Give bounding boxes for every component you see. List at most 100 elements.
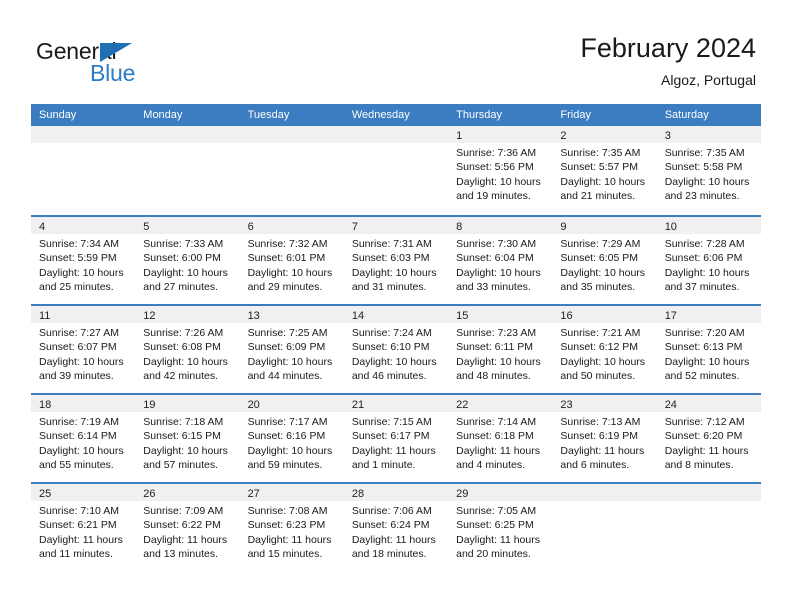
day-info: Sunrise: 7:23 AM Sunset: 6:11 PM Dayligh… — [448, 323, 552, 384]
daylight-text-line1: Daylight: 11 hours — [664, 444, 749, 457]
sunrise-text: Sunrise: 7:28 AM — [664, 238, 745, 250]
day-cell: 17 Sunrise: 7:20 AM Sunset: 6:13 PM Dayl… — [656, 306, 761, 393]
daylight-text-line1: Daylight: 10 hours — [39, 355, 124, 368]
day-info: Sunrise: 7:15 AM Sunset: 6:17 PM Dayligh… — [344, 412, 448, 473]
daylight-text-line2: and 1 minute. — [351, 459, 416, 472]
day-number: 22 — [456, 399, 469, 411]
day-number-band: 14 — [343, 306, 449, 323]
sunset-text: Sunset: 6:21 PM — [39, 519, 117, 532]
daylight-text-line1: Daylight: 10 hours — [39, 444, 124, 457]
sunrise-text: Sunrise: 7:09 AM — [143, 505, 224, 517]
day-number: 20 — [247, 399, 260, 411]
day-cell: 18 Sunrise: 7:19 AM Sunset: 6:14 PM Dayl… — [31, 395, 136, 482]
title-block: February 2024 Algoz, Portugal — [580, 32, 756, 90]
sunrise-text: Sunrise: 7:23 AM — [456, 327, 537, 339]
sunset-text: Sunset: 6:05 PM — [560, 252, 639, 265]
day-cell: 25 Sunrise: 7:10 AM Sunset: 6:21 PM Dayl… — [31, 484, 136, 571]
day-number-band — [239, 126, 344, 143]
sunset-text: Sunset: 6:03 PM — [351, 252, 430, 265]
sunset-text: Sunset: 5:56 PM — [456, 161, 534, 174]
day-number: 1 — [456, 130, 463, 142]
daylight-text-line1: Daylight: 11 hours — [247, 533, 332, 546]
sunset-text: Sunset: 6:11 PM — [456, 341, 533, 354]
sunrise-text: Sunrise: 7:12 AM — [664, 416, 745, 428]
day-number: 6 — [247, 221, 254, 233]
sunrise-text: Sunrise: 7:30 AM — [456, 238, 537, 250]
week-row: 18 Sunrise: 7:19 AM Sunset: 6:14 PM Dayl… — [31, 393, 761, 482]
day-number-band: 6 — [239, 217, 344, 234]
day-number-band — [552, 484, 657, 501]
sunrise-text: Sunrise: 7:15 AM — [351, 416, 432, 428]
sunset-text: Sunset: 6:13 PM — [664, 341, 743, 354]
day-number-band: 18 — [31, 395, 136, 412]
sunset-text: Sunset: 6:18 PM — [456, 430, 534, 443]
day-number: 3 — [664, 130, 671, 142]
sunset-text: Sunset: 6:15 PM — [143, 430, 221, 443]
day-number-band: 4 — [31, 217, 136, 234]
daylight-text-line1: Daylight: 10 hours — [560, 355, 646, 368]
sunrise-text: Sunrise: 7:25 AM — [247, 327, 328, 339]
day-cell: 21 Sunrise: 7:15 AM Sunset: 6:17 PM Dayl… — [343, 395, 449, 482]
day-number: 27 — [247, 488, 260, 500]
day-number-band: 5 — [135, 217, 240, 234]
day-info: Sunrise: 7:30 AM Sunset: 6:04 PM Dayligh… — [448, 234, 552, 295]
day-number-band — [135, 126, 240, 143]
daylight-text-line1: Daylight: 10 hours — [664, 175, 750, 188]
day-cell: 12 Sunrise: 7:26 AM Sunset: 6:08 PM Dayl… — [135, 306, 240, 393]
sunrise-text: Sunrise: 7:36 AM — [456, 147, 537, 159]
day-number-band: 22 — [448, 395, 553, 412]
day-cell: 13 Sunrise: 7:25 AM Sunset: 6:09 PM Dayl… — [239, 306, 344, 393]
sunrise-text: Sunrise: 7:34 AM — [39, 238, 119, 250]
daylight-text-line1: Daylight: 11 hours — [456, 444, 540, 457]
daylight-text-line2: and 35 minutes. — [560, 281, 636, 294]
day-number-band: 7 — [343, 217, 449, 234]
day-number-band: 20 — [239, 395, 344, 412]
sunset-text: Sunset: 6:01 PM — [247, 252, 326, 265]
page-subtitle-location: Algoz, Portugal — [661, 72, 756, 88]
sunset-text: Sunset: 5:59 PM — [39, 252, 117, 265]
daylight-text-line2: and 59 minutes. — [247, 459, 323, 472]
daylight-text-line2: and 37 minutes. — [664, 281, 740, 294]
day-info: Sunrise: 7:31 AM Sunset: 6:03 PM Dayligh… — [344, 234, 448, 295]
day-number-band: 11 — [31, 306, 136, 323]
day-info: Sunrise: 7:13 AM Sunset: 6:19 PM Dayligh… — [552, 412, 656, 473]
generalblue-logo[interactable]: General Blue — [36, 38, 216, 88]
day-info: Sunrise: 7:10 AM Sunset: 6:21 PM Dayligh… — [31, 501, 135, 562]
sunrise-text: Sunrise: 7:21 AM — [560, 327, 641, 339]
day-number: 10 — [664, 221, 677, 233]
day-number-band: 26 — [135, 484, 240, 501]
daylight-text-line1: Daylight: 10 hours — [351, 355, 437, 368]
day-cell: 22 Sunrise: 7:14 AM Sunset: 6:18 PM Dayl… — [448, 395, 553, 482]
day-number-band — [343, 126, 449, 143]
day-number: 12 — [143, 310, 156, 322]
day-number: 11 — [39, 310, 51, 322]
day-info: Sunrise: 7:09 AM Sunset: 6:22 PM Dayligh… — [135, 501, 239, 562]
day-info: Sunrise: 7:32 AM Sunset: 6:01 PM Dayligh… — [240, 234, 344, 295]
day-info — [135, 143, 239, 146]
daylight-text-line2: and 31 minutes. — [351, 281, 427, 294]
sunrise-text: Sunrise: 7:31 AM — [351, 238, 432, 250]
weekday-header-friday: Friday — [560, 109, 591, 121]
daylight-text-line2: and 33 minutes. — [456, 281, 531, 294]
day-info: Sunrise: 7:36 AM Sunset: 5:56 PM Dayligh… — [448, 143, 552, 204]
day-info: Sunrise: 7:08 AM Sunset: 6:23 PM Dayligh… — [240, 501, 344, 562]
sunrise-text: Sunrise: 7:13 AM — [560, 416, 641, 428]
day-cell: 20 Sunrise: 7:17 AM Sunset: 6:16 PM Dayl… — [239, 395, 344, 482]
day-number-band: 27 — [239, 484, 344, 501]
day-info: Sunrise: 7:19 AM Sunset: 6:14 PM Dayligh… — [31, 412, 135, 473]
day-number: 19 — [143, 399, 156, 411]
daylight-text-line2: and 27 minutes. — [143, 281, 218, 294]
day-number-band: 29 — [448, 484, 553, 501]
logo-text-blue: Blue — [90, 60, 136, 86]
day-number-band: 1 — [448, 126, 553, 143]
daylight-text-line1: Daylight: 10 hours — [351, 266, 437, 279]
day-number-band: 3 — [656, 126, 761, 143]
week-row: 4 Sunrise: 7:34 AM Sunset: 5:59 PM Dayli… — [31, 215, 761, 304]
day-info: Sunrise: 7:29 AM Sunset: 6:05 PM Dayligh… — [552, 234, 656, 295]
sunset-text: Sunset: 6:25 PM — [456, 519, 534, 532]
day-number: 28 — [351, 488, 365, 500]
day-number: 25 — [39, 488, 52, 500]
weekday-header-row: Sunday Monday Tuesday Wednesday Thursday… — [31, 104, 761, 126]
page-header: General Blue February 2024 Algoz, Portug… — [0, 0, 792, 104]
calendar-grid: Sunday Monday Tuesday Wednesday Thursday… — [31, 104, 761, 571]
